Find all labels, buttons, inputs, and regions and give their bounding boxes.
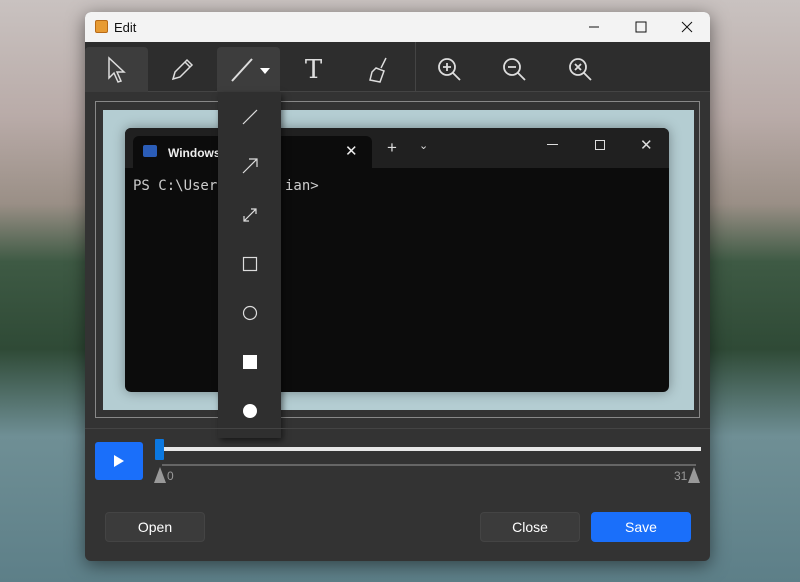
line-tool-button[interactable] xyxy=(217,47,280,92)
maximize-icon[interactable] xyxy=(635,21,647,33)
edit-window: Edit T Windows ✕ + ⌄ ✕ PS C:\User ian> 0… xyxy=(85,12,710,561)
rectangle-icon xyxy=(242,256,257,272)
broom-icon xyxy=(368,57,387,83)
close-button[interactable]: Close xyxy=(480,512,580,542)
menu-item-rectangle[interactable] xyxy=(218,244,281,284)
eraser-tool-button[interactable] xyxy=(347,47,410,92)
range-track xyxy=(162,464,696,466)
zoom-in-icon xyxy=(437,57,461,81)
arrow-icon xyxy=(242,158,258,174)
menu-item-arrow[interactable] xyxy=(218,146,281,186)
line-icon xyxy=(242,109,257,125)
prompt-tail: ian> xyxy=(285,178,319,194)
menu-item-filled-ellipse[interactable] xyxy=(218,391,281,431)
timeline-slider[interactable] xyxy=(157,447,701,451)
select-tool-button[interactable] xyxy=(85,47,148,92)
terminal-titlebar: Windows ✕ + ⌄ ✕ xyxy=(125,128,669,168)
cursor-icon xyxy=(107,55,126,83)
text-tool-button[interactable]: T xyxy=(282,47,345,92)
filled-ellipse-icon xyxy=(242,404,257,418)
zoom-out-icon xyxy=(502,57,526,81)
timeline-thumb[interactable] xyxy=(155,439,164,460)
play-icon xyxy=(114,455,124,467)
title-bar: Edit xyxy=(85,12,710,42)
double-arrow-icon xyxy=(242,208,257,222)
line-icon xyxy=(230,57,270,82)
app-icon xyxy=(95,20,108,33)
new-tab-icon: + xyxy=(387,138,397,157)
shape-dropdown-menu xyxy=(218,92,281,438)
close-icon[interactable] xyxy=(681,21,693,33)
ellipse-icon xyxy=(242,305,257,321)
zoom-reset-icon xyxy=(568,57,592,81)
tab-title: Windows xyxy=(168,146,221,160)
filled-rectangle-icon xyxy=(242,355,257,369)
terminal-minimize-icon xyxy=(547,144,558,145)
dropdown-arrow-icon xyxy=(259,67,270,74)
menu-item-line[interactable] xyxy=(218,97,281,137)
terminal-window: Windows ✕ + ⌄ ✕ PS C:\User ian> xyxy=(125,128,669,392)
menu-item-double-arrow[interactable] xyxy=(218,195,281,235)
divider xyxy=(85,428,710,429)
tab-close-icon: ✕ xyxy=(345,143,358,160)
toolbar-divider xyxy=(415,42,416,92)
window-title: Edit xyxy=(114,20,137,35)
open-button[interactable]: Open xyxy=(105,512,205,542)
zoom-in-button[interactable] xyxy=(418,47,481,92)
pencil-icon xyxy=(171,58,193,80)
powershell-icon xyxy=(143,145,157,157)
screenshot-image: Windows ✕ + ⌄ ✕ PS C:\User ian> xyxy=(103,110,694,410)
save-button[interactable]: Save xyxy=(591,512,691,542)
toolbar: T xyxy=(85,42,710,92)
chevron-down-icon: ⌄ xyxy=(419,140,429,152)
zoom-out-button[interactable] xyxy=(483,47,546,92)
terminal-close-icon: ✕ xyxy=(640,137,653,154)
range-start-label: 0 xyxy=(167,469,174,483)
menu-item-ellipse[interactable] xyxy=(218,293,281,333)
range-end-label: 31 xyxy=(674,469,688,483)
range-end-handle[interactable] xyxy=(688,467,700,483)
minimize-icon[interactable] xyxy=(588,21,600,33)
menu-item-filled-rectangle[interactable] xyxy=(218,342,281,382)
canvas-frame[interactable]: Windows ✕ + ⌄ ✕ PS C:\User ian> xyxy=(95,101,700,418)
zoom-reset-button[interactable] xyxy=(549,47,612,92)
terminal-maximize-icon xyxy=(595,140,605,150)
play-button[interactable] xyxy=(95,442,143,480)
pencil-tool-button[interactable] xyxy=(150,47,213,92)
prompt-text: PS C:\User xyxy=(133,178,218,194)
range-start-handle[interactable] xyxy=(154,467,166,483)
